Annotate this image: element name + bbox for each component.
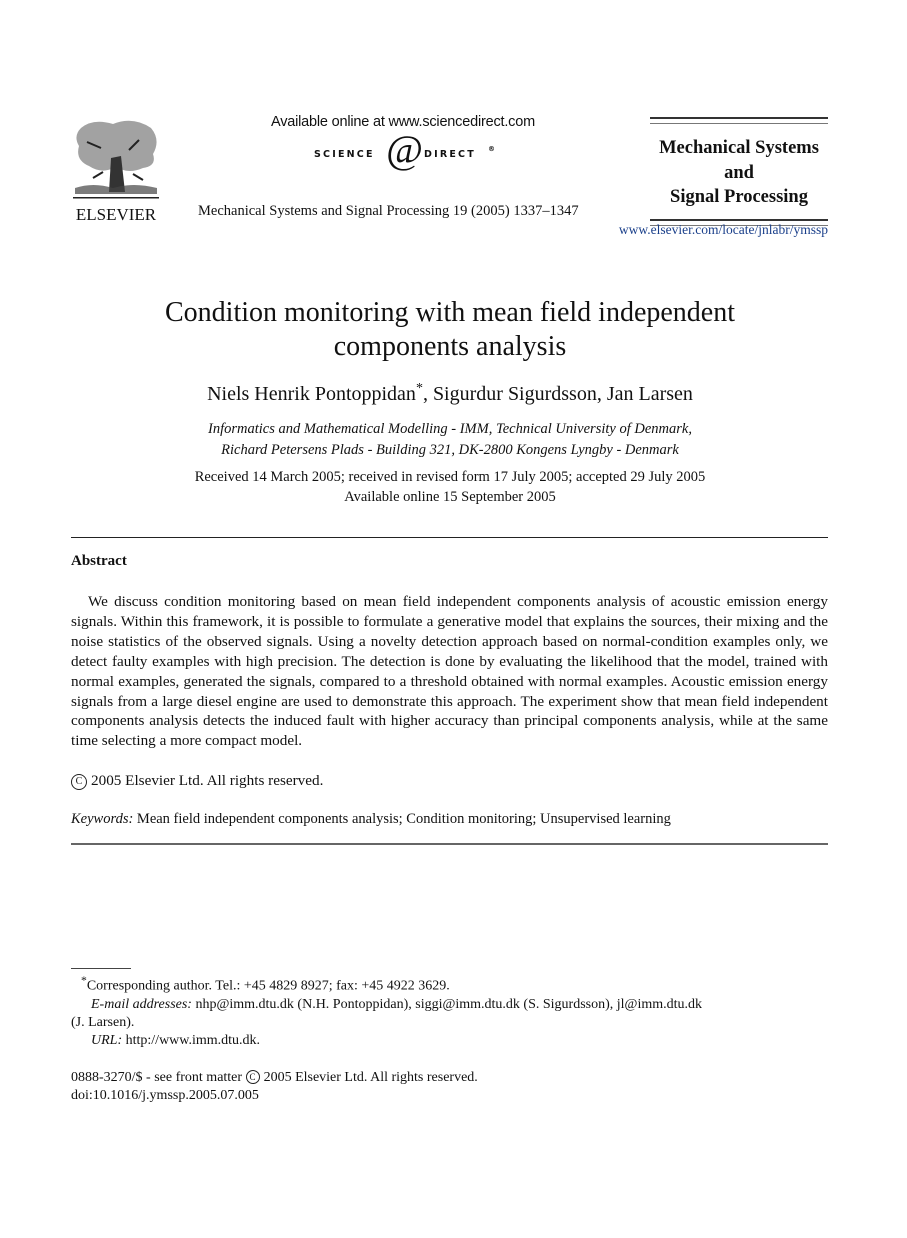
keywords: Keywords: Mean field independent compone… xyxy=(71,811,671,828)
available-online-date: Available online 15 September 2005 xyxy=(344,489,556,505)
corresponding-text: Corresponding author. Tel.: +45 4829 892… xyxy=(86,978,450,994)
copyright-text: 2005 Elsevier Ltd. All rights reserved. xyxy=(263,1070,478,1085)
journal-url-link[interactable]: www.elsevier.com/locate/jnlabr/ymssp xyxy=(560,222,828,238)
author-list: Niels Henrik Pontoppidan*, Sigurdur Sigu… xyxy=(90,381,810,406)
title-line: Condition monitoring with mean field ind… xyxy=(164,297,736,328)
article-title: Condition monitoring with mean field ind… xyxy=(90,296,810,364)
url-link[interactable]: http://www.imm.dtu.dk. xyxy=(126,1033,260,1048)
author-others: , Sigurdur Sigurdsson, Jan Larsen xyxy=(422,383,693,405)
copyright-icon: C xyxy=(71,774,87,790)
corresponding-author-mark[interactable]: * xyxy=(416,381,423,396)
copyright-text: 2005 Elsevier Ltd. All rights reserved. xyxy=(91,772,324,789)
elsevier-logo: ELSEVIER xyxy=(70,118,162,224)
abstract-bottom-rule xyxy=(71,843,828,845)
issn-line: 0888-3270/$ - see front matter C 2005 Els… xyxy=(71,1069,478,1087)
abstract-top-rule xyxy=(71,537,828,538)
front-matter: 0888-3270/$ - see front matter C 2005 Els… xyxy=(71,1069,478,1105)
journal-name-line: Mechanical Systems xyxy=(659,138,819,158)
url-note: URL: http://www.imm.dtu.dk. xyxy=(71,1032,828,1050)
journal-name-line: and xyxy=(724,162,754,183)
footnote-rule xyxy=(71,968,131,969)
abstract-copyright: C 2005 Elsevier Ltd. All rights reserved. xyxy=(71,772,323,790)
elsevier-wordmark: ELSEVIER xyxy=(75,205,157,224)
issn-text: 0888-3270/$ - see front matter xyxy=(71,1070,243,1085)
affiliation: Informatics and Mathematical Modelling -… xyxy=(90,419,810,460)
sciencedirect-left-word: SCIENCE xyxy=(314,149,375,160)
journal-title-box: Mechanical Systems and Signal Processing xyxy=(650,117,828,226)
abstract-body: We discuss condition monitoring based on… xyxy=(71,592,828,751)
sciencedirect-logo: SCIENCE @ DIRECT ® xyxy=(300,130,510,176)
double-rule-top xyxy=(650,117,828,124)
abstract-heading: Abstract xyxy=(71,553,127,569)
journal-name: Mechanical Systems and Signal Processing xyxy=(650,124,828,219)
author-first: Niels Henrik Pontoppidan xyxy=(207,383,416,405)
affiliation-line: Informatics and Mathematical Modelling -… xyxy=(208,421,692,437)
journal-name-line: Signal Processing xyxy=(670,187,808,207)
affiliation-line: Richard Petersens Plads - Building 321, … xyxy=(221,441,679,458)
sciencedirect-right-word: DIRECT xyxy=(424,149,476,160)
keywords-label: Keywords: xyxy=(71,811,134,827)
abstract-paragraph: We discuss condition monitoring based on… xyxy=(71,593,828,750)
copyright-icon: C xyxy=(245,1070,260,1084)
registered-mark: ® xyxy=(488,145,495,153)
email-continued: (J. Larsen). xyxy=(71,1015,135,1031)
keywords-text: Mean field independent components analys… xyxy=(136,811,671,827)
footnotes: *Corresponding author. Tel.: +45 4829 89… xyxy=(71,972,828,1050)
journal-citation: Mechanical Systems and Signal Processing… xyxy=(198,203,579,219)
elsevier-tree-icon xyxy=(73,120,159,199)
url-label: URL: xyxy=(91,1033,123,1049)
article-dates: Received 14 March 2005; received in revi… xyxy=(90,467,810,507)
doi-link[interactable]: doi:10.1016/j.ymssp.2005.07.005 xyxy=(71,1087,478,1105)
email-label: E-mail addresses: xyxy=(91,996,192,1012)
email-note: E-mail addresses: nhp@imm.dtu.dk (N.H. P… xyxy=(71,996,828,1014)
email-addresses[interactable]: nhp@imm.dtu.dk (N.H. Pontoppidan), siggi… xyxy=(195,997,702,1012)
received-dates: Received 14 March 2005; received in revi… xyxy=(194,469,706,485)
corresponding-author-note: *Corresponding author. Tel.: +45 4829 89… xyxy=(71,972,828,996)
title-line: components analysis xyxy=(333,331,567,362)
sciencedirect-at-icon: @ xyxy=(386,127,423,172)
